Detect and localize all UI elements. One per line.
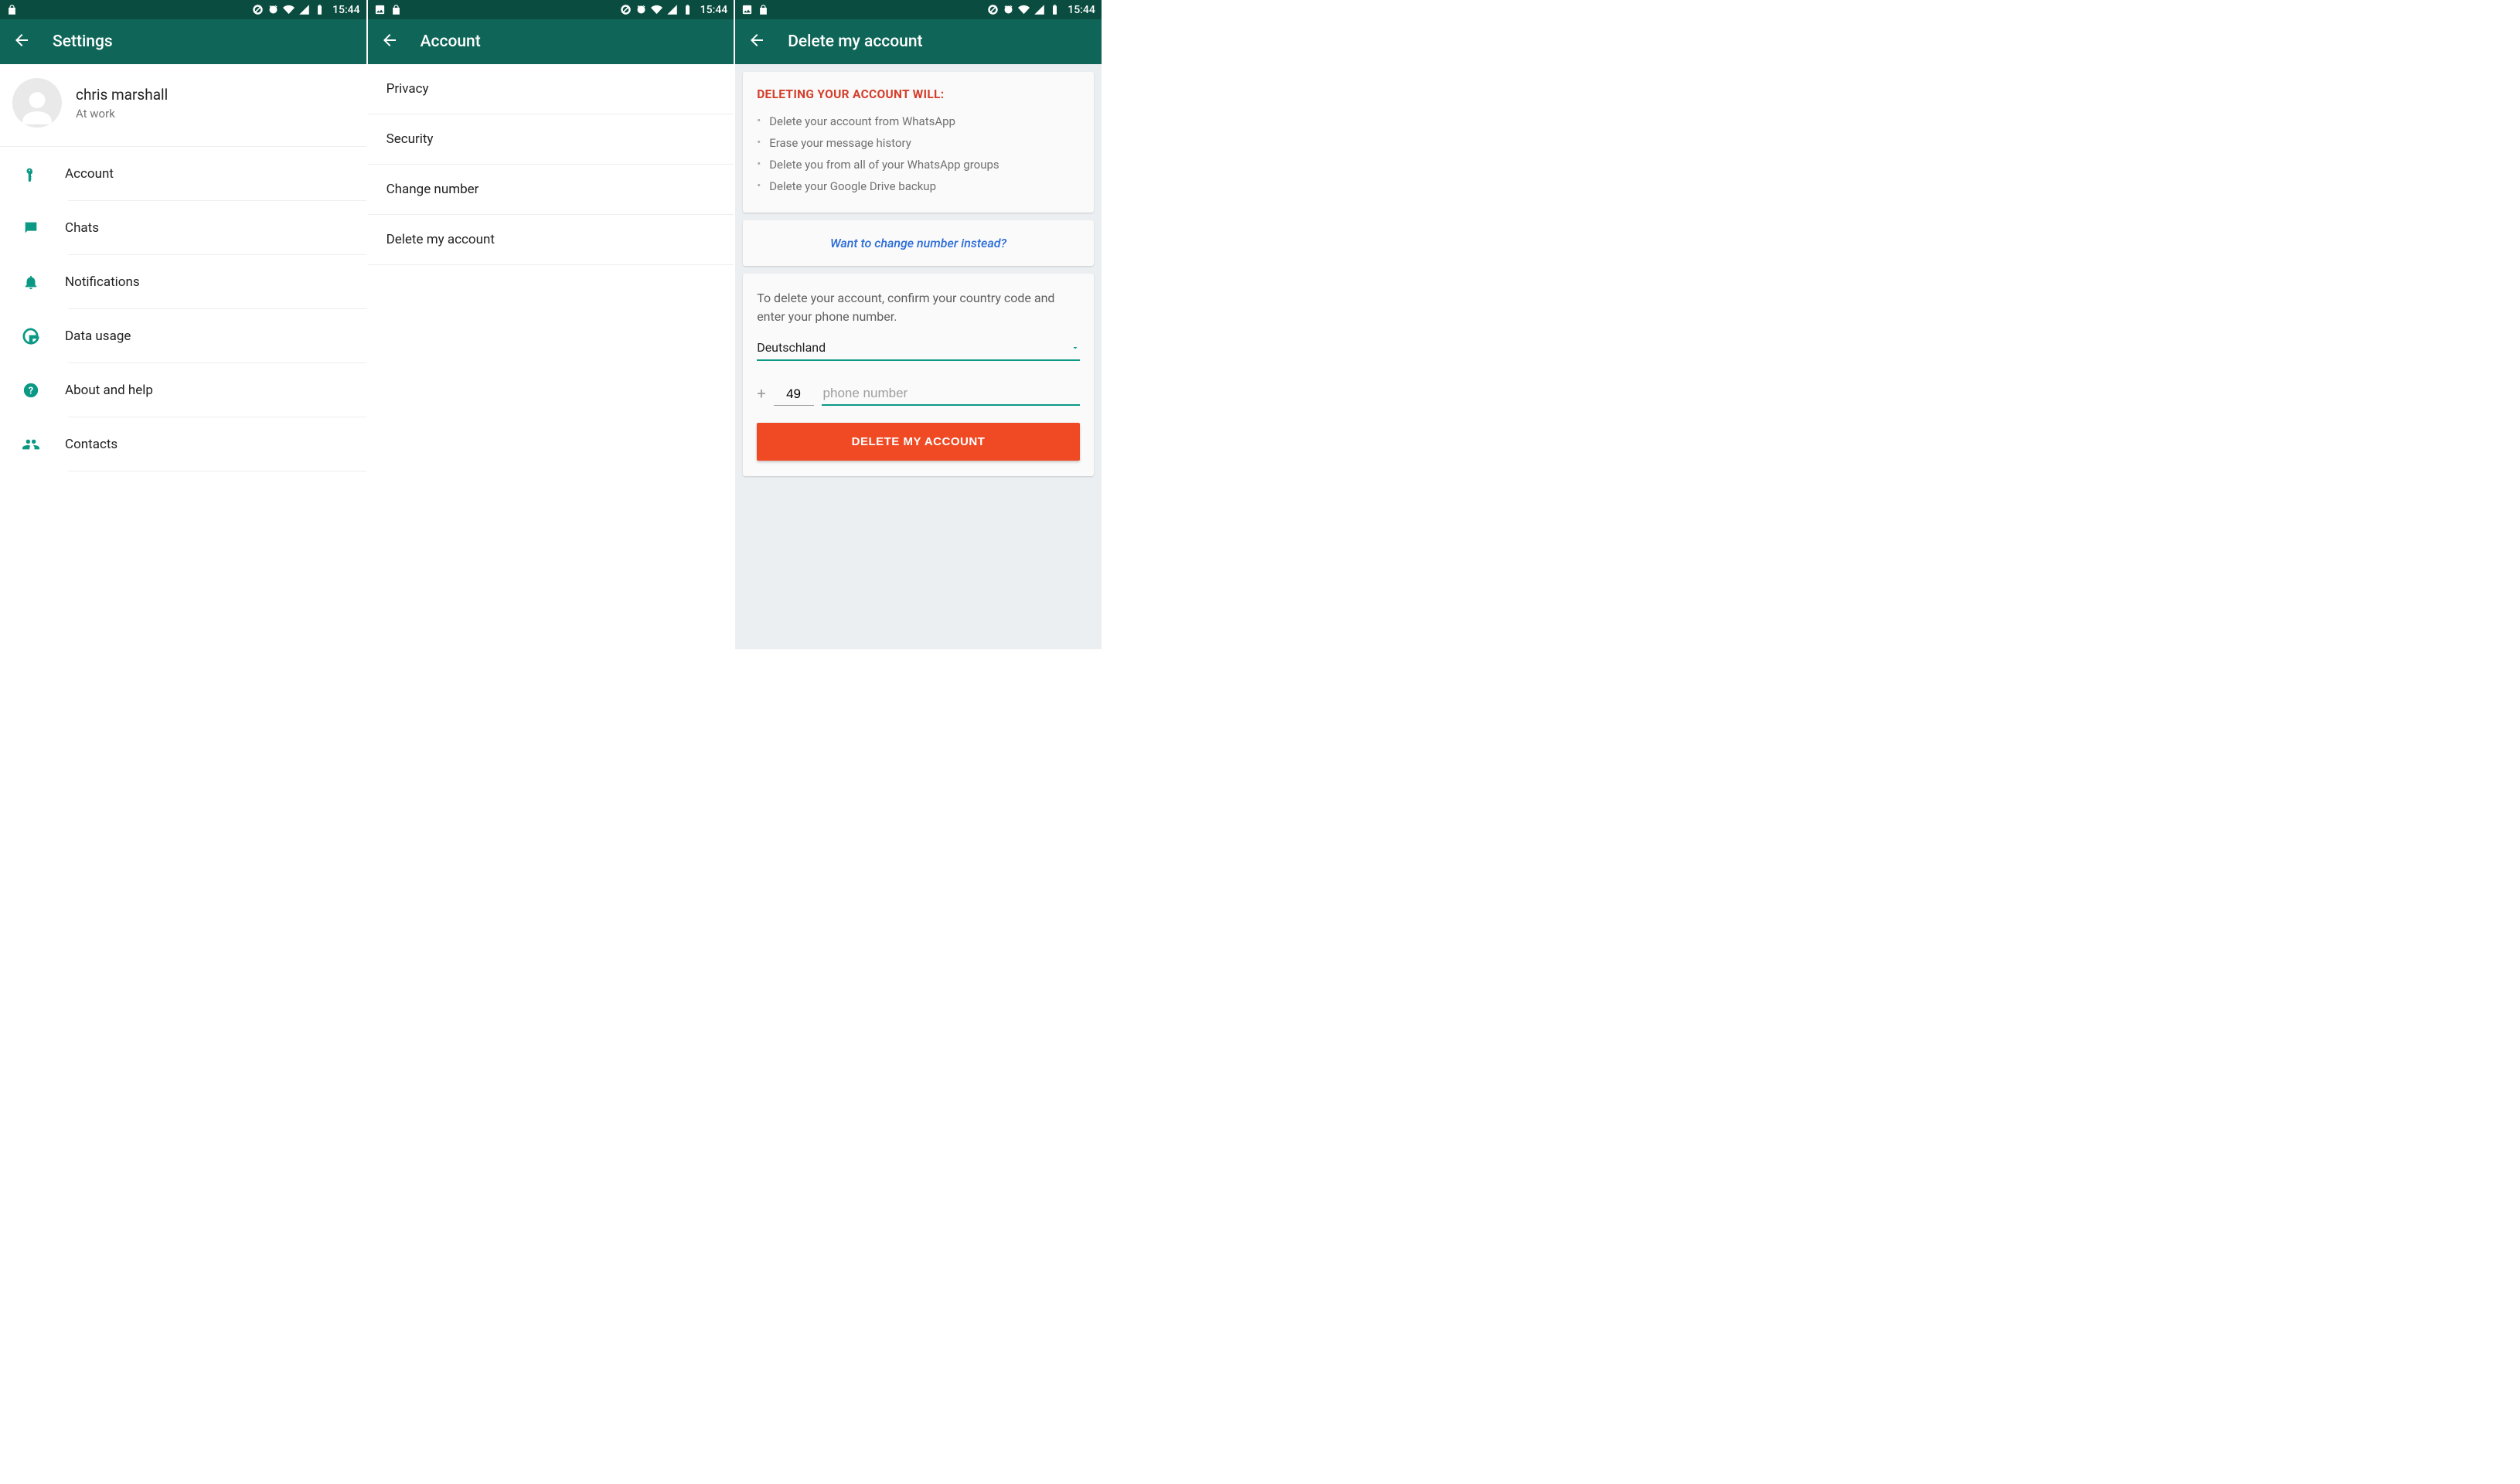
signal-icon — [666, 4, 678, 15]
app-bar: Delete my account — [735, 19, 1102, 64]
back-button[interactable] — [12, 31, 31, 53]
item-label: Notifications — [65, 274, 140, 290]
page-title: Delete my account — [788, 32, 922, 51]
wifi-icon — [651, 4, 662, 15]
country-code-input[interactable] — [774, 383, 814, 406]
alarm-icon — [635, 4, 647, 15]
settings-item-contacts[interactable]: Contacts — [0, 417, 366, 471]
item-label: About and help — [65, 383, 153, 398]
signal-icon — [1034, 4, 1045, 15]
lock-icon — [758, 4, 769, 15]
key-icon — [20, 165, 42, 182]
profile-name: chris marshall — [76, 86, 168, 104]
back-button[interactable] — [747, 31, 766, 53]
bell-icon — [20, 274, 42, 291]
item-label: Account — [65, 166, 114, 182]
dropdown-icon — [1071, 343, 1080, 352]
status-bar: 15:44 — [0, 0, 366, 19]
warning-item: Delete you from all of your WhatsApp gro… — [757, 154, 1080, 175]
data-icon — [20, 328, 42, 345]
battery-icon — [1049, 4, 1061, 15]
settings-item-account[interactable]: Account — [0, 147, 366, 201]
warning-list: Delete your account from WhatsApp Erase … — [757, 111, 1080, 197]
warning-item: Delete your account from WhatsApp — [757, 111, 1080, 132]
item-label: Data usage — [65, 328, 131, 344]
country-select[interactable]: Deutschland — [757, 340, 1080, 361]
no-icon — [987, 4, 999, 15]
avatar — [12, 78, 62, 128]
no-icon — [252, 4, 264, 15]
wifi-icon — [1018, 4, 1030, 15]
image-icon — [741, 4, 753, 15]
signal-icon — [298, 4, 310, 15]
confirm-card: To delete your account, confirm your cou… — [743, 274, 1094, 476]
profile-status: At work — [76, 107, 168, 121]
battery-icon — [314, 4, 325, 15]
back-button[interactable] — [380, 31, 399, 53]
account-item-delete[interactable]: Delete my account — [368, 215, 734, 265]
help-icon: ? — [20, 382, 42, 399]
profile-row[interactable]: chris marshall At work — [0, 64, 366, 147]
warning-title: DELETING YOUR ACCOUNT WILL: — [757, 87, 1080, 101]
chat-icon — [20, 220, 42, 237]
page-title: Settings — [53, 32, 113, 51]
settings-list: Account Chats Notifications Data usage ?… — [0, 147, 366, 471]
app-bar: Account — [368, 19, 734, 64]
warning-card: DELETING YOUR ACCOUNT WILL: Delete your … — [743, 72, 1094, 213]
change-number-card[interactable]: Want to change number instead? — [743, 220, 1094, 266]
alarm-icon — [1003, 4, 1014, 15]
phone-row: + — [757, 383, 1080, 406]
warning-item: Delete your Google Drive backup — [757, 175, 1080, 197]
alarm-icon — [267, 4, 279, 15]
lock-icon — [6, 4, 18, 15]
status-bar: 15:44 — [735, 0, 1102, 19]
change-number-link[interactable]: Want to change number instead? — [757, 236, 1080, 250]
app-bar: Settings — [0, 19, 366, 64]
image-icon — [374, 4, 386, 15]
status-time: 15:44 — [700, 4, 728, 16]
item-label: Contacts — [65, 437, 117, 452]
account-item-privacy[interactable]: Privacy — [368, 64, 734, 114]
page-title: Account — [421, 32, 481, 51]
status-time: 15:44 — [332, 4, 360, 16]
warning-item: Erase your message history — [757, 132, 1080, 154]
svg-text:?: ? — [29, 386, 33, 397]
phone-number-input[interactable] — [822, 383, 1080, 406]
item-label: Chats — [65, 220, 99, 236]
settings-item-data-usage[interactable]: Data usage — [0, 309, 366, 363]
screen-account: 15:44 Account Privacy Security Change nu… — [368, 0, 736, 649]
account-item-change-number[interactable]: Change number — [368, 165, 734, 215]
screen-delete-account: 15:44 Delete my account DELETING YOUR AC… — [735, 0, 1103, 649]
account-list: Privacy Security Change number Delete my… — [368, 64, 734, 265]
confirm-text: To delete your account, confirm your cou… — [757, 289, 1080, 326]
account-item-security[interactable]: Security — [368, 114, 734, 165]
plus-icon: + — [757, 384, 765, 406]
settings-item-chats[interactable]: Chats — [0, 201, 366, 255]
no-icon — [620, 4, 632, 15]
delete-account-button[interactable]: DELETE MY ACCOUNT — [757, 423, 1080, 461]
status-time: 15:44 — [1068, 4, 1095, 16]
country-name: Deutschland — [757, 340, 826, 355]
lock-icon — [390, 4, 402, 15]
wifi-icon — [283, 4, 295, 15]
battery-icon — [682, 4, 693, 15]
contacts-icon — [20, 436, 42, 453]
status-bar: 15:44 — [368, 0, 734, 19]
settings-item-notifications[interactable]: Notifications — [0, 255, 366, 309]
settings-item-about[interactable]: ? About and help — [0, 363, 366, 417]
screen-settings: 15:44 Settings chris marshall At work Ac… — [0, 0, 368, 649]
